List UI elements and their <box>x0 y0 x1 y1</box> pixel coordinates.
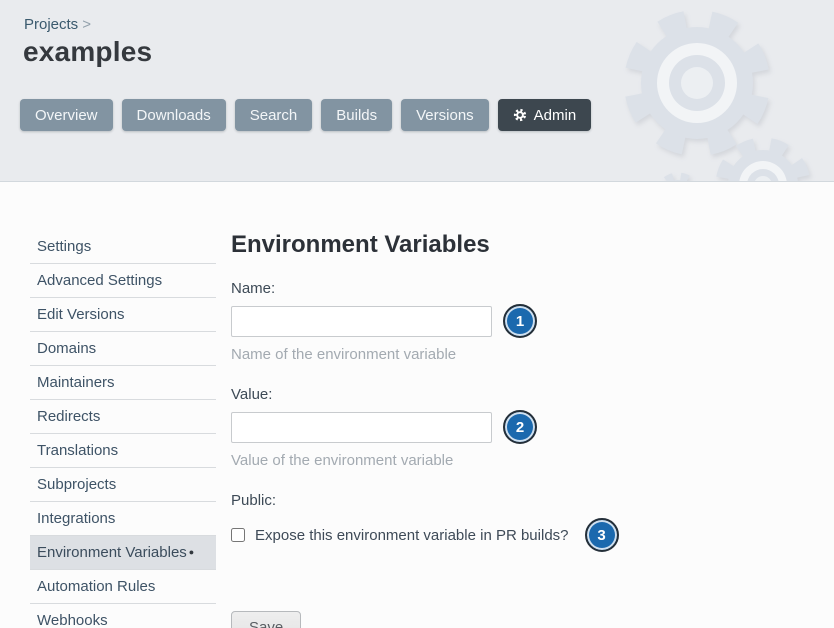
admin-sidebar: Settings Advanced Settings Edit Versions… <box>30 230 216 628</box>
sidebar-item-redirects[interactable]: Redirects <box>30 400 216 434</box>
public-label: Public: <box>231 492 811 509</box>
breadcrumb-projects-link[interactable]: Projects <box>24 16 78 33</box>
sidebar-item-automation-rules[interactable]: Automation Rules <box>30 570 216 604</box>
breadcrumb: Projects> <box>24 16 91 33</box>
value-helper-text: Value of the environment variable <box>231 452 811 469</box>
sidebar-item-maintainers[interactable]: Maintainers <box>30 366 216 400</box>
name-helper-text: Name of the environment variable <box>231 346 811 363</box>
sidebar-item-integrations[interactable]: Integrations <box>30 502 216 536</box>
gear-icon <box>513 108 527 122</box>
tab-downloads[interactable]: Downloads <box>122 99 226 131</box>
public-field-group: Public: Expose this environment variable… <box>231 492 811 552</box>
environment-variables-form: Environment Variables Name: 1 Name of th… <box>231 232 811 628</box>
name-field-group: Name: 1 Name of the environment variable <box>231 280 811 363</box>
name-label: Name: <box>231 280 811 297</box>
sidebar-item-settings[interactable]: Settings <box>30 230 216 264</box>
project-tabs: Overview Downloads Search Builds Version… <box>20 99 591 131</box>
value-input[interactable] <box>231 412 492 443</box>
sidebar-item-advanced-settings[interactable]: Advanced Settings <box>30 264 216 298</box>
value-field-group: Value: 2 Value of the environment variab… <box>231 386 811 469</box>
tab-search[interactable]: Search <box>235 99 313 131</box>
active-item-bullet: ● <box>189 548 194 557</box>
sidebar-item-edit-versions[interactable]: Edit Versions <box>30 298 216 332</box>
sidebar-item-webhooks[interactable]: Webhooks <box>30 604 216 628</box>
section-title: Environment Variables <box>231 232 811 258</box>
sidebar-item-domains[interactable]: Domains <box>30 332 216 366</box>
sidebar-item-subprojects[interactable]: Subprojects <box>30 468 216 502</box>
sidebar-item-translations[interactable]: Translations <box>30 434 216 468</box>
project-admin-page: Projects> examples Overview Downloads Se… <box>0 0 834 628</box>
large-gear-icon <box>623 9 770 156</box>
name-input[interactable] <box>231 306 492 337</box>
tab-admin-label: Admin <box>534 107 577 124</box>
step-badge-2: 2 <box>503 410 537 444</box>
small-gear-icon <box>657 175 700 182</box>
tab-overview[interactable]: Overview <box>20 99 113 131</box>
public-checkbox-label[interactable]: Expose this environment variable in PR b… <box>255 527 569 544</box>
step-badge-1: 1 <box>503 304 537 338</box>
gears-decoration <box>594 0 834 182</box>
project-header: Projects> examples Overview Downloads Se… <box>0 0 834 182</box>
tab-admin[interactable]: Admin <box>498 99 592 131</box>
step-badge-3: 3 <box>585 518 619 552</box>
tab-builds[interactable]: Builds <box>321 99 392 131</box>
page-title: examples <box>23 36 152 68</box>
public-checkbox[interactable] <box>231 528 245 542</box>
save-button[interactable]: Save <box>231 611 301 628</box>
tab-versions[interactable]: Versions <box>401 99 489 131</box>
breadcrumb-separator: > <box>82 16 91 33</box>
sidebar-item-environment-variables[interactable]: Environment Variables● <box>30 536 216 570</box>
value-label: Value: <box>231 386 811 403</box>
